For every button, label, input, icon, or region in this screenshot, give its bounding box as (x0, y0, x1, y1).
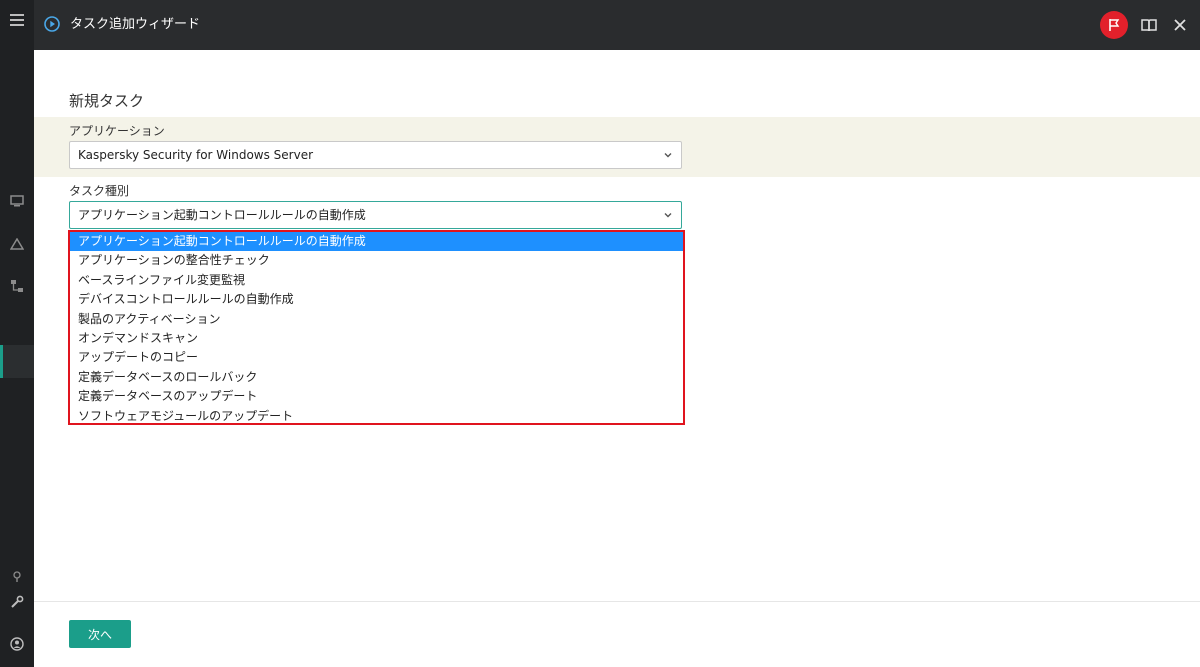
user-icon[interactable] (0, 636, 34, 652)
wizard-header: タスク追加ウィザード (34, 0, 1200, 50)
task-type-dropdown-list: アプリケーション起動コントロールルールの自動作成 アプリケーションの整合性チェッ… (68, 230, 685, 425)
wizard-content: 新規タスク アプリケーション Kaspersky Security for Wi… (34, 50, 1200, 667)
wrench-icon[interactable] (0, 594, 34, 610)
task-type-select-value: アプリケーション起動コントロールルールの自動作成 (78, 208, 366, 222)
close-icon[interactable] (1170, 15, 1190, 35)
application-select[interactable]: Kaspersky Security for Windows Server (69, 141, 682, 169)
application-select-value: Kaspersky Security for Windows Server (78, 148, 314, 162)
dropdown-option[interactable]: デバイスコントロールルールの自動作成 (70, 290, 683, 309)
key-icon[interactable] (0, 570, 34, 584)
application-label: アプリケーション (69, 124, 165, 138)
next-button[interactable]: 次へ (69, 620, 131, 648)
footer-divider (34, 601, 1200, 602)
menu-icon[interactable] (0, 10, 34, 30)
dropdown-option[interactable]: アプリケーションの整合性チェック (70, 251, 683, 270)
dropdown-option[interactable]: アップデートのコピー (70, 348, 683, 367)
task-type-select[interactable]: アプリケーション起動コントロールルールの自動作成 (69, 201, 682, 229)
warning-icon[interactable] (0, 235, 34, 253)
tree-icon[interactable] (0, 277, 34, 295)
monitor-icon[interactable] (0, 192, 34, 210)
wizard-title: タスク追加ウィザード (70, 17, 201, 32)
left-sidebar (0, 0, 34, 667)
task-type-label: タスク種別 (69, 184, 130, 198)
dropdown-option[interactable]: ソフトウェアモジュールのアップデート (70, 407, 683, 426)
chevron-down-icon (664, 213, 672, 218)
dropdown-option[interactable]: 製品のアクティベーション (70, 310, 683, 329)
dropdown-option[interactable]: 定義データベースのロールバック (70, 368, 683, 387)
book-icon[interactable] (1140, 16, 1158, 34)
play-circle-icon (44, 16, 60, 32)
chevron-down-icon (664, 153, 672, 158)
sidebar-active-item[interactable] (0, 345, 34, 378)
flag-icon[interactable] (1100, 11, 1128, 39)
page-title: 新規タスク (69, 92, 145, 110)
dropdown-option[interactable]: オンデマンドスキャン (70, 329, 683, 348)
dropdown-option[interactable]: ベースラインファイル変更監視 (70, 271, 683, 290)
dropdown-option[interactable]: 定義データベースのアップデート (70, 387, 683, 406)
dropdown-option[interactable]: アプリケーション起動コントロールルールの自動作成 (70, 232, 683, 252)
